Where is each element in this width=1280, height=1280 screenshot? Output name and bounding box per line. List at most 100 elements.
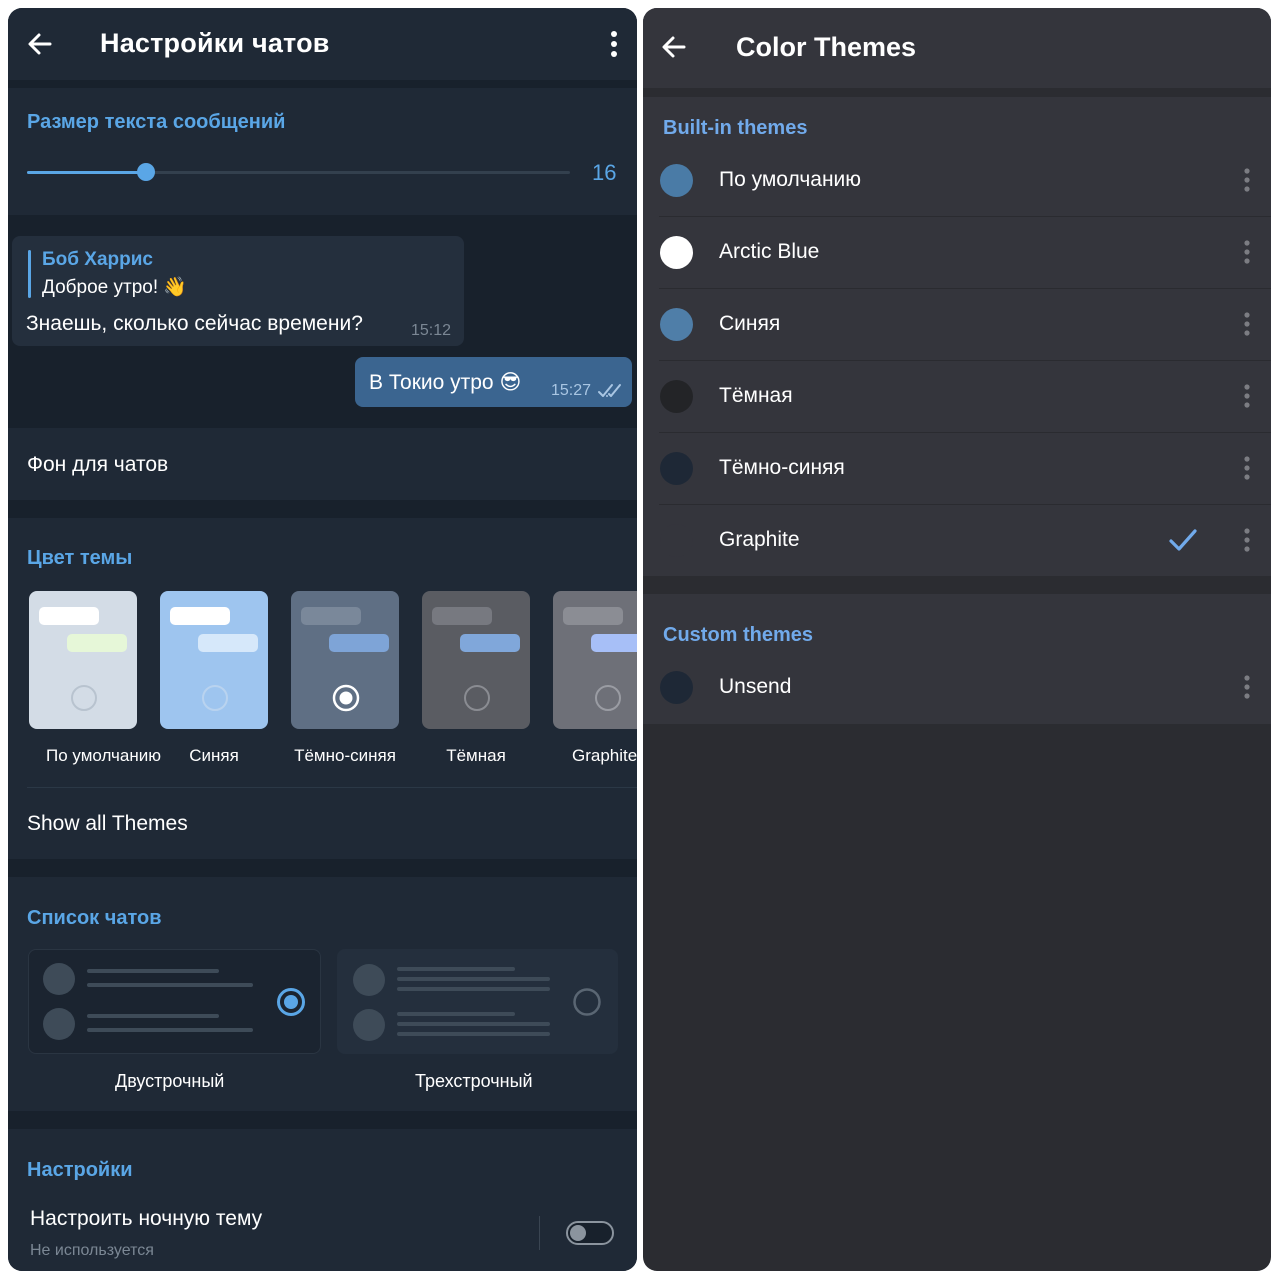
- radio-unselected-icon[interactable]: [201, 684, 229, 712]
- theme-card[interactable]: [553, 591, 637, 729]
- preview-line: [397, 987, 550, 991]
- custom-themes-title: Custom themes: [663, 624, 814, 646]
- avatar: [353, 964, 385, 996]
- avatar: [353, 1009, 385, 1041]
- radio-unselected-icon[interactable]: [70, 684, 98, 712]
- page-title: Настройки чатов: [100, 28, 330, 58]
- chat-background-label: Фон для чатов: [27, 453, 169, 476]
- outgoing-message-time: 15:27: [551, 382, 592, 399]
- theme-list-item[interactable]: Arctic Blue: [643, 216, 1271, 288]
- theme-list-item[interactable]: Graphite: [643, 504, 1271, 576]
- more-vertical-icon[interactable]: [1239, 454, 1255, 482]
- theme-card-label: Синяя: [189, 746, 239, 765]
- theme-color-dot: [660, 380, 693, 413]
- radio-selected-icon[interactable]: [332, 684, 360, 712]
- theme-name: Синяя: [719, 312, 781, 335]
- theme-card-label: По умолчанию: [46, 746, 161, 765]
- preview-line: [87, 1014, 219, 1018]
- preview-line: [397, 1032, 550, 1036]
- bubble-preview: [591, 634, 637, 652]
- bubble-preview: [67, 634, 127, 652]
- text-size-slider-fill: [27, 171, 146, 174]
- back-arrow-icon[interactable]: [22, 26, 58, 62]
- bubble-preview: [198, 634, 258, 652]
- preview-line: [87, 969, 219, 973]
- theme-color-title: Цвет темы: [27, 547, 133, 569]
- theme-card-label: Graphite: [572, 746, 637, 765]
- night-theme-label[interactable]: Настроить ночную тему: [30, 1205, 262, 1233]
- theme-card[interactable]: [29, 591, 137, 729]
- chat-list-title: Список чатов: [27, 907, 162, 929]
- theme-list-item[interactable]: Тёмная: [643, 360, 1271, 432]
- reply-author-name: Боб Харрис: [42, 249, 153, 270]
- more-vertical-icon[interactable]: [1239, 382, 1255, 410]
- theme-card-label: Тёмно-синяя: [294, 746, 396, 765]
- two-line-list-option[interactable]: [28, 949, 321, 1054]
- more-vertical-icon[interactable]: [1239, 238, 1255, 266]
- theme-color-dot: [660, 308, 693, 341]
- more-vertical-icon[interactable]: [1239, 673, 1255, 701]
- bubble-preview: [460, 634, 520, 652]
- night-theme-toggle[interactable]: [566, 1221, 614, 1245]
- night-theme-status: Не используется: [30, 1242, 154, 1259]
- theme-name: Graphite: [719, 528, 800, 551]
- bubble-preview: [563, 607, 623, 625]
- theme-card[interactable]: [422, 591, 530, 729]
- preview-line: [397, 1022, 550, 1026]
- theme-name: Тёмная: [719, 384, 793, 407]
- avatar: [43, 1008, 75, 1040]
- theme-divider: [27, 787, 637, 788]
- text-size-title: Размер текста сообщений: [27, 111, 286, 133]
- preview-line: [87, 1028, 253, 1032]
- back-arrow-icon[interactable]: [657, 30, 691, 64]
- show-all-themes-button[interactable]: Show all Themes: [27, 810, 188, 838]
- text-size-slider-thumb[interactable]: [137, 163, 155, 181]
- text-size-value: 16: [592, 160, 617, 185]
- theme-card[interactable]: [160, 591, 268, 729]
- theme-card[interactable]: [291, 591, 399, 729]
- chat-settings-panel: Настройки чатов Размер текста сообщений …: [8, 8, 637, 1271]
- radio-unselected-icon[interactable]: [572, 987, 602, 1017]
- chat-settings-header: Настройки чатов: [8, 8, 637, 80]
- preview-line: [397, 977, 550, 981]
- bubble-preview: [329, 634, 389, 652]
- bubble-preview: [432, 607, 492, 625]
- page-title: Color Themes: [736, 32, 917, 62]
- incoming-message-text: Знаешь, сколько сейчас времени?: [26, 312, 363, 335]
- bubble-preview: [301, 607, 361, 625]
- theme-color-dot: [660, 524, 693, 557]
- theme-card-label: Тёмная: [446, 746, 506, 765]
- reply-quote-bar: [28, 250, 31, 298]
- preview-line: [397, 1012, 515, 1016]
- bubble-preview: [39, 607, 99, 625]
- theme-color-dot: [660, 236, 693, 269]
- radio-unselected-icon[interactable]: [594, 684, 622, 712]
- double-check-icon: [598, 384, 621, 397]
- text-size-section: [8, 88, 637, 215]
- bubble-preview: [170, 607, 230, 625]
- three-line-list-option[interactable]: [337, 949, 618, 1054]
- theme-list-item[interactable]: По умолчанию: [643, 144, 1271, 216]
- outgoing-message-text: В Токио утро 😎: [369, 371, 522, 394]
- more-vertical-icon[interactable]: [1239, 310, 1255, 338]
- checkmark-icon: [1169, 529, 1197, 551]
- incoming-message-time: 15:12: [411, 322, 452, 339]
- theme-list-item[interactable]: Тёмно-синяя: [643, 432, 1271, 504]
- theme-color-dot: [660, 671, 693, 704]
- color-themes-panel: Color Themes Built-in themes По умолчани…: [643, 8, 1271, 1271]
- radio-selected-icon[interactable]: [276, 987, 306, 1017]
- two-line-label: Двустрочный: [115, 1071, 225, 1091]
- radio-unselected-icon[interactable]: [463, 684, 491, 712]
- theme-list-item[interactable]: Синяя: [643, 288, 1271, 360]
- toggle-knob: [570, 1225, 586, 1241]
- more-vertical-icon[interactable]: [1239, 526, 1255, 554]
- more-vertical-icon[interactable]: [1239, 166, 1255, 194]
- theme-color-dot: [660, 164, 693, 197]
- theme-list-item[interactable]: Unsend: [643, 651, 1271, 723]
- theme-color-dot: [660, 452, 693, 485]
- settings-title: Настройки: [27, 1159, 133, 1181]
- preview-line: [397, 967, 515, 971]
- more-vertical-icon[interactable]: [602, 26, 626, 62]
- avatar: [43, 963, 75, 995]
- reply-quote-text: Доброе утро! 👋: [42, 277, 188, 298]
